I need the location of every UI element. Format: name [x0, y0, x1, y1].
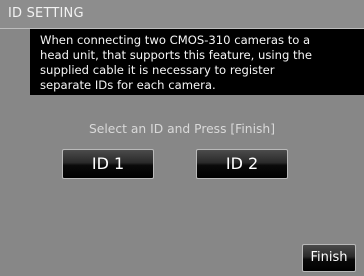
message-line: supplied cable it is necessary to regist… [40, 63, 275, 77]
message-line: separate IDs for each camera. [40, 78, 216, 92]
info-message: When connecting two CMOS-310 cameras to … [40, 33, 356, 93]
finish-button[interactable]: Finish [302, 244, 356, 272]
info-message-box: When connecting two CMOS-310 cameras to … [30, 29, 364, 95]
message-line: head unit, that supports this feature, u… [40, 48, 313, 62]
id-1-button[interactable]: ID 1 [62, 149, 154, 179]
screen-title: ID SETTING [8, 6, 84, 21]
id-2-button[interactable]: ID 2 [196, 149, 288, 179]
id-1-button-label: ID 1 [91, 154, 125, 173]
finish-button-label: Finish [310, 250, 348, 265]
instruction-text: Select an ID and Press [Finish] [88, 122, 275, 136]
id-2-button-label: ID 2 [225, 154, 259, 173]
message-line: When connecting two CMOS-310 cameras to … [40, 33, 311, 47]
title-bar: ID SETTING [0, 0, 364, 29]
id-setting-screen: ID SETTING When connecting two CMOS-310 … [0, 0, 364, 276]
